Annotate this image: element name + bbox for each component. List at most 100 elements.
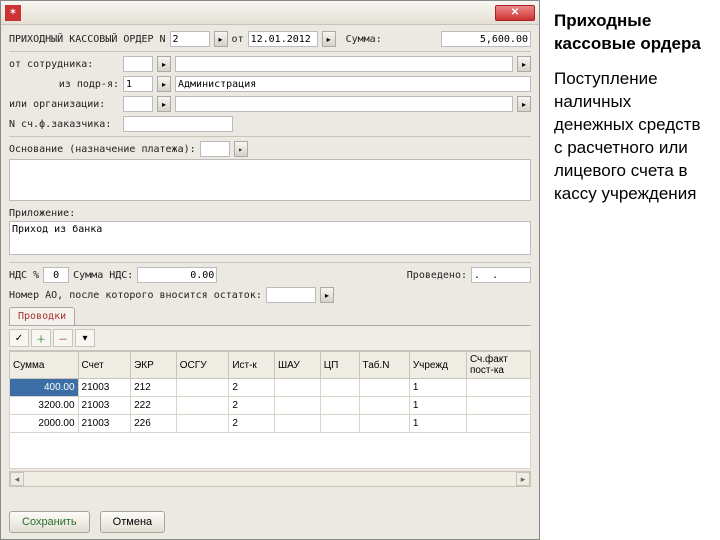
- dept-code[interactable]: [123, 76, 153, 92]
- grid-cell[interactable]: [176, 397, 229, 415]
- grid-cell[interactable]: 3200.00: [10, 397, 79, 415]
- table-row[interactable]: 400.0021003212 2 1: [10, 379, 531, 397]
- ao-input[interactable]: [266, 287, 316, 303]
- basis-code[interactable]: [200, 141, 230, 157]
- grid-header[interactable]: ШАУ: [275, 352, 321, 379]
- grid-cell[interactable]: [275, 415, 321, 433]
- basis-label: Основание (назначение платежа):: [9, 144, 196, 155]
- invoice-label: N сч.ф.заказчика:: [9, 119, 119, 130]
- grid-cell[interactable]: 1: [409, 415, 466, 433]
- org-code[interactable]: [123, 96, 153, 112]
- doc-number-picker[interactable]: ▸: [214, 31, 228, 47]
- grid-cell[interactable]: 2: [229, 379, 275, 397]
- grid-header[interactable]: Учрежд: [409, 352, 466, 379]
- date-label: от: [232, 34, 244, 45]
- grid-cell[interactable]: 212: [131, 379, 177, 397]
- employee-name[interactable]: [175, 56, 513, 72]
- grid-header[interactable]: ОСГУ: [176, 352, 229, 379]
- grid-cell[interactable]: [176, 379, 229, 397]
- employee-picker[interactable]: ▸: [157, 56, 171, 72]
- tab-provodki[interactable]: Проводки: [9, 307, 75, 325]
- entries-grid[interactable]: СуммаСчетЭКРОСГУИст-кШАУЦПТаб.NУчреждСч.…: [9, 351, 531, 433]
- close-button[interactable]: ✕: [495, 5, 535, 21]
- table-row[interactable]: 2000.0021003226 2 1: [10, 415, 531, 433]
- grid-cell[interactable]: [275, 379, 321, 397]
- grid-cell[interactable]: 2000.00: [10, 415, 79, 433]
- grid-cell[interactable]: [176, 415, 229, 433]
- org-picker[interactable]: ▸: [157, 96, 171, 112]
- grid-cell[interactable]: 21003: [78, 379, 131, 397]
- grid-header[interactable]: Таб.N: [359, 352, 409, 379]
- posted-date[interactable]: [471, 267, 531, 283]
- invoice-input[interactable]: [123, 116, 233, 132]
- grid-cell[interactable]: [320, 415, 359, 433]
- basis-picker[interactable]: ▸: [234, 141, 248, 157]
- grid-cell[interactable]: [466, 397, 530, 415]
- grid-cell[interactable]: 2: [229, 397, 275, 415]
- separator: [9, 262, 531, 263]
- employee-picker-2[interactable]: ▸: [517, 56, 531, 72]
- sum-label: Сумма:: [346, 34, 382, 45]
- ao-picker[interactable]: ▸: [320, 287, 334, 303]
- app-window: ✶ ✕ ПРИХОДНЫЙ КАССОВЫЙ ОРДЕР N ▸ от ▸ Су…: [0, 0, 540, 540]
- ao-label: Номер АО, после которого вносится остато…: [9, 290, 262, 301]
- save-button[interactable]: Сохранить: [9, 511, 90, 533]
- grid-header[interactable]: ЦП: [320, 352, 359, 379]
- dept-name[interactable]: [175, 76, 531, 92]
- grid-cell[interactable]: 21003: [78, 397, 131, 415]
- grid-header[interactable]: Ист-к: [229, 352, 275, 379]
- vat-pct[interactable]: [43, 267, 69, 283]
- org-name[interactable]: [175, 96, 513, 112]
- employee-code[interactable]: [123, 56, 153, 72]
- grid-header[interactable]: ЭКР: [131, 352, 177, 379]
- separator: [9, 136, 531, 137]
- grid-header[interactable]: Сумма: [10, 352, 79, 379]
- grid-cell[interactable]: [359, 397, 409, 415]
- sum-input[interactable]: [441, 31, 531, 47]
- toolbar-confirm-icon[interactable]: ✓: [9, 329, 29, 347]
- scroll-right-icon[interactable]: ▸: [516, 472, 530, 486]
- doc-number-input[interactable]: [170, 31, 210, 47]
- org-label: или организации:: [9, 99, 119, 110]
- basis-text[interactable]: [9, 159, 531, 201]
- grid-cell[interactable]: 1: [409, 379, 466, 397]
- grid-cell[interactable]: [320, 397, 359, 415]
- vat-pct-label: НДС %: [9, 270, 39, 281]
- toolbar-remove-icon[interactable]: －: [53, 329, 73, 347]
- grid-cell[interactable]: 21003: [78, 415, 131, 433]
- cancel-button[interactable]: Отмена: [100, 511, 165, 533]
- grid-header[interactable]: Счет: [78, 352, 131, 379]
- side-title: Приходные кассовые ордера: [554, 10, 710, 56]
- grid-header[interactable]: Сч.факт пост-ка: [466, 352, 530, 379]
- date-picker[interactable]: ▸: [322, 31, 336, 47]
- grid-cell[interactable]: 1: [409, 397, 466, 415]
- grid-cell[interactable]: 226: [131, 415, 177, 433]
- side-annotation: Приходные кассовые ордера Поступление на…: [540, 0, 720, 540]
- side-body: Поступление наличных денежных средств с …: [554, 68, 710, 206]
- toolbar-add-icon[interactable]: ＋: [31, 329, 51, 347]
- attachment-label: Приложение:: [9, 208, 75, 219]
- grid-cell[interactable]: [466, 379, 530, 397]
- grid-cell[interactable]: [359, 379, 409, 397]
- org-picker-2[interactable]: ▸: [517, 96, 531, 112]
- grid-cell[interactable]: 2: [229, 415, 275, 433]
- attachment-text[interactable]: [9, 221, 531, 255]
- grid-cell[interactable]: [320, 379, 359, 397]
- grid-cell[interactable]: 222: [131, 397, 177, 415]
- header-row: ПРИХОДНЫЙ КАССОВЫЙ ОРДЕР N ▸ от ▸ Сумма:: [9, 31, 531, 47]
- table-row[interactable]: 3200.002100322221: [10, 397, 531, 415]
- grid-cell[interactable]: [359, 415, 409, 433]
- grid-cell[interactable]: [466, 415, 530, 433]
- dept-picker[interactable]: ▸: [157, 76, 171, 92]
- date-input[interactable]: [248, 31, 318, 47]
- basis-label-row: Основание (назначение платежа): ▸: [9, 141, 531, 157]
- posted-label: Проведено:: [407, 270, 467, 281]
- toolbar-dropdown-icon[interactable]: ▾: [75, 329, 95, 347]
- grid-cell[interactable]: [275, 397, 321, 415]
- vat-sum[interactable]: [137, 267, 217, 283]
- vat-sum-label: Сумма НДС:: [73, 270, 133, 281]
- grid-hscroll[interactable]: ◂ ▸: [9, 471, 531, 487]
- grid-cell[interactable]: 400.00: [10, 379, 79, 397]
- employee-label: от сотрудника:: [9, 59, 119, 70]
- scroll-left-icon[interactable]: ◂: [10, 472, 24, 486]
